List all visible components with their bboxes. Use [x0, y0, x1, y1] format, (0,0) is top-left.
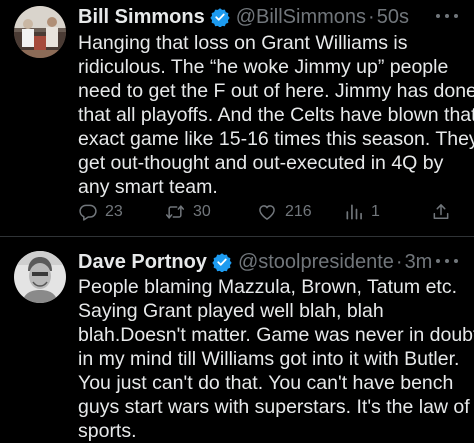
reply-button[interactable]: 23	[78, 200, 123, 224]
verified-badge-icon	[210, 8, 230, 27]
views-button[interactable]: 1	[344, 200, 380, 224]
author-name[interactable]: Bill Simmons	[78, 6, 205, 29]
tweet-bill-simmons[interactable]: Bill Simmons @BillSimmons · 50s Hanging …	[0, 0, 474, 236]
retweet-button[interactable]: 30	[164, 200, 211, 224]
author-handle[interactable]: @BillSimmons	[236, 6, 366, 29]
tweet-text-line: guys start wars with superstars. It's th…	[78, 396, 470, 418]
tweet-timestamp[interactable]: 3m	[405, 251, 433, 274]
share-icon	[433, 204, 449, 219]
tweet-text-line: Saying Grant played well blah, blah	[78, 300, 384, 322]
tweet-text-line: You just can't do that. You can't have b…	[78, 372, 454, 394]
tweet-text-line: exact game like 15-16 times this season.…	[78, 128, 474, 150]
tweet-actions: 23 30 216 1	[78, 200, 458, 224]
more-options-icon[interactable]	[436, 256, 458, 266]
avatar-photo-icon	[14, 6, 66, 58]
like-button[interactable]: 216	[256, 200, 312, 224]
analytics-icon	[346, 204, 362, 220]
tweet-text-line: Hanging that loss on Grant Williams is	[78, 32, 408, 54]
author-handle[interactable]: @stoolpresidente	[238, 251, 394, 274]
reply-count: 23	[105, 203, 123, 220]
reply-icon	[79, 204, 97, 221]
tweet-text: Hanging that loss on Grant Williams is r…	[78, 31, 474, 199]
like-count: 216	[285, 203, 312, 220]
tweet-dave-portnoy[interactable]: Dave Portnoy @stoolpresidente · 3m Peopl…	[0, 237, 474, 442]
tweet-text-line: People blaming Mazzula, Brown, Tatum etc…	[78, 276, 457, 298]
tweet-text-line: get out-thought and out-executed in 4Q b…	[78, 152, 444, 174]
tweet-text-line: sports.	[78, 420, 137, 442]
more-options-icon[interactable]	[436, 11, 458, 21]
tweet-timestamp[interactable]: 50s	[377, 6, 409, 29]
author-avatar[interactable]	[14, 6, 66, 58]
separator-dot: ·	[368, 5, 375, 28]
tweet-text: People blaming Mazzula, Brown, Tatum etc…	[78, 275, 474, 443]
tweet-text-line: blah.Doesn't matter. Game was never in d…	[78, 324, 474, 346]
retweet-count: 30	[193, 203, 211, 220]
author-name[interactable]: Dave Portnoy	[78, 251, 207, 274]
tweet-text-line: that all playoffs. And the Celts have bl…	[78, 104, 474, 126]
author-avatar[interactable]	[14, 251, 66, 303]
tweet-header: Bill Simmons @BillSimmons · 50s	[78, 4, 434, 30]
share-button[interactable]	[431, 200, 451, 224]
tweet-text-line: any smart team.	[78, 176, 218, 198]
tweet-text-line: in my mind till Williams got into it wit…	[78, 348, 460, 370]
tweet-header: Dave Portnoy @stoolpresidente · 3m	[78, 249, 434, 275]
verified-badge-icon	[212, 253, 232, 272]
avatar-photo-icon	[14, 251, 66, 303]
tweet-text-line: ridiculous. The “he woke Jimmy up” peopl…	[78, 56, 449, 78]
tweet-text-line: need to get the F out of here. Jimmy has…	[78, 80, 474, 102]
views-count: 1	[371, 203, 380, 220]
separator-dot: ·	[395, 250, 403, 273]
retweet-icon	[165, 205, 185, 219]
heart-icon	[259, 205, 275, 220]
